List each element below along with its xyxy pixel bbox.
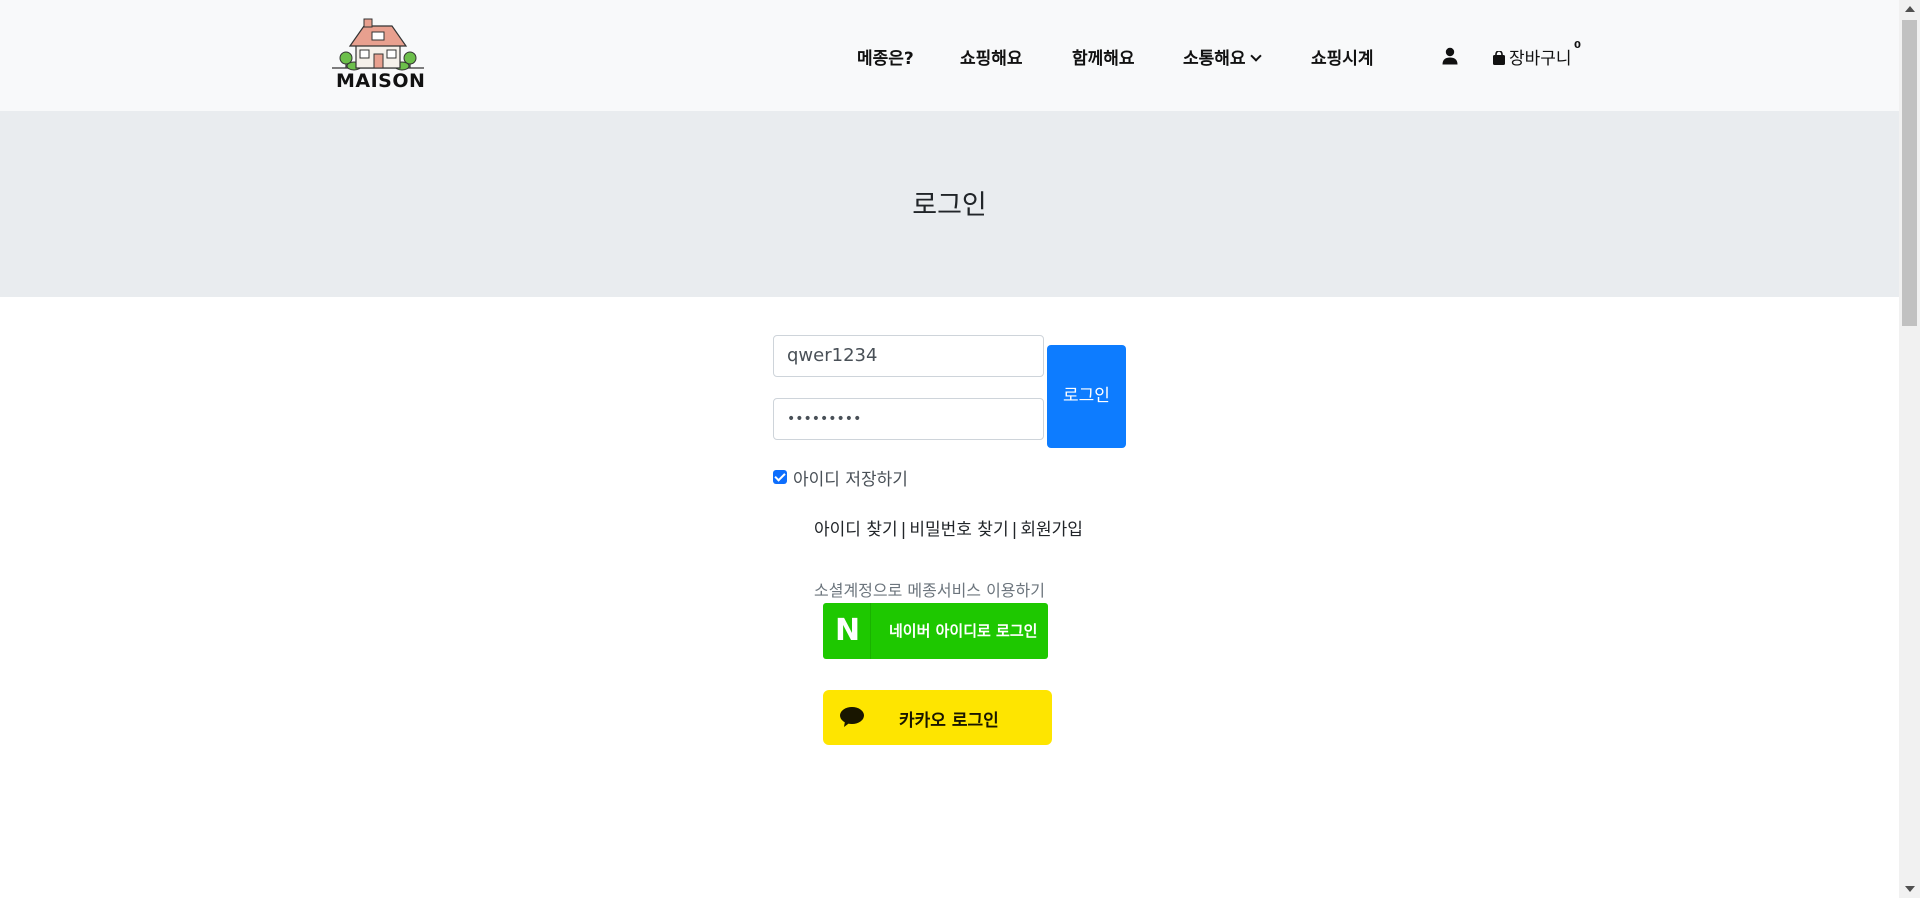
signup-link[interactable]: 회원가입: [1020, 520, 1083, 540]
remember-id-label: 아이디 저장하기: [793, 470, 908, 490]
page-banner: 로그인: [0, 111, 1899, 297]
login-button[interactable]: 로그인: [1047, 345, 1126, 448]
cart-label: 장바구니: [1509, 49, 1572, 69]
find-password-link[interactable]: 비밀번호 찾기: [909, 520, 1008, 540]
scrollbar-thumb[interactable]: [1902, 20, 1917, 326]
social-login-label: 소셜계정으로 메종서비스 이용하기: [814, 581, 1045, 600]
nav-item-together[interactable]: 함께해요: [1072, 44, 1135, 69]
password-input[interactable]: •••••••••: [773, 398, 1044, 440]
nav-item-community-label: 소통해요: [1183, 49, 1246, 69]
scroll-up-arrow-icon[interactable]: [1905, 6, 1915, 12]
link-separator: |: [900, 520, 907, 540]
speech-bubble-icon: [840, 707, 864, 727]
page-title: 로그인: [912, 190, 987, 221]
remember-id[interactable]: 아이디 저장하기: [773, 465, 908, 490]
kakao-login-button[interactable]: 카카오 로그인: [823, 690, 1052, 745]
site-header: MAISON 메종은? 쇼핑해요 함께해요 소통해요 쇼핑시계 장바구니 0: [0, 0, 1899, 111]
nav-item-about[interactable]: 메종은?: [857, 44, 914, 69]
cart-link[interactable]: 장바구니: [1492, 44, 1572, 69]
nav-item-community[interactable]: 소통해요: [1183, 44, 1262, 69]
remember-id-checkbox[interactable]: [773, 470, 787, 484]
link-separator: |: [1011, 520, 1018, 540]
chevron-down-icon: [1249, 50, 1262, 62]
nav-item-shopping[interactable]: 쇼핑해요: [960, 44, 1023, 69]
naver-logo-box: N: [823, 603, 871, 659]
logo-text: MAISON: [336, 70, 426, 92]
shopping-bag-icon: [1493, 51, 1505, 65]
naver-login-label: 네이버 아이디로 로그인: [889, 622, 1038, 640]
naver-login-button[interactable]: N 네이버 아이디로 로그인: [823, 603, 1048, 659]
page-scrollbar[interactable]: [1899, 0, 1920, 898]
account-links: 아이디 찾기 | 비밀번호 찾기 | 회원가입: [814, 515, 1083, 540]
user-icon[interactable]: [1441, 47, 1459, 65]
naver-n-icon: N: [835, 613, 861, 648]
kakao-login-label: 카카오 로그인: [899, 711, 999, 731]
username-input[interactable]: qwer1234: [773, 335, 1044, 377]
find-id-link[interactable]: 아이디 찾기: [814, 520, 898, 540]
cart-count-badge: 0: [1574, 40, 1581, 51]
nav-item-shopping-clock[interactable]: 쇼핑시계: [1311, 44, 1374, 69]
scroll-down-arrow-icon[interactable]: [1905, 886, 1915, 892]
